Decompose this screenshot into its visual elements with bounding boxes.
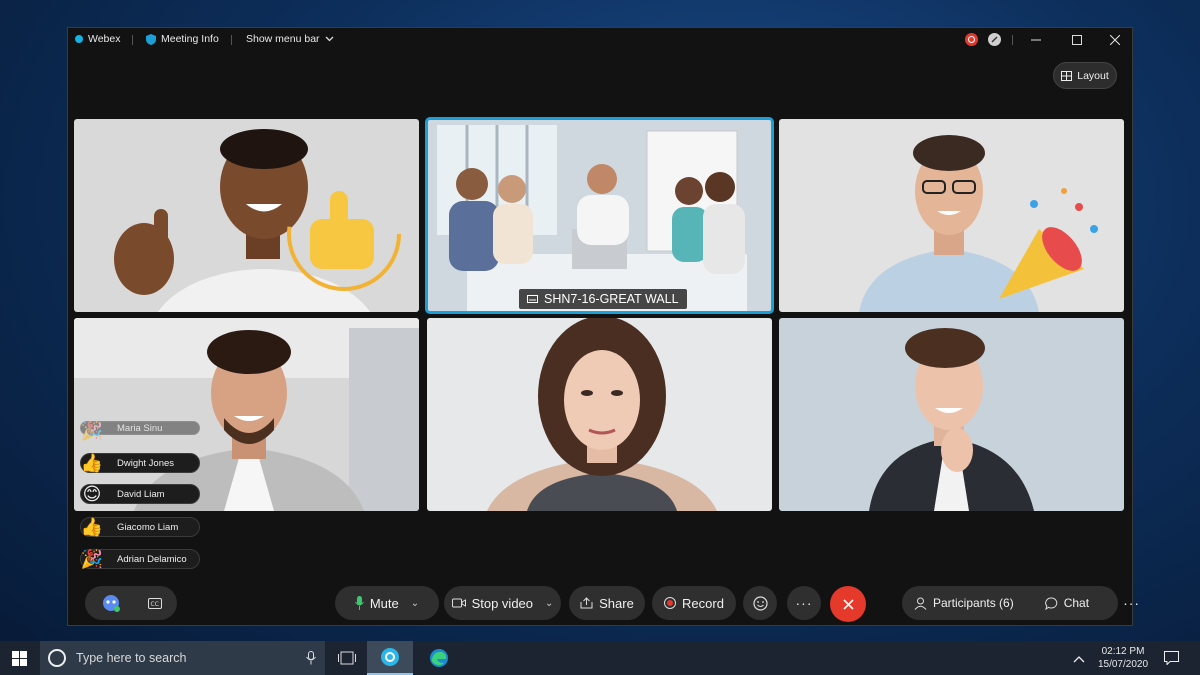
room-device-icon bbox=[527, 295, 538, 303]
maximize-icon bbox=[1072, 35, 1082, 45]
mute-button[interactable]: Mute ⌄ bbox=[335, 586, 439, 620]
grid-layout-icon bbox=[1061, 70, 1073, 81]
webex-app-icon bbox=[381, 648, 399, 666]
task-view-button[interactable] bbox=[338, 651, 356, 670]
participant-video bbox=[779, 318, 1124, 511]
layout-button[interactable]: Layout bbox=[1053, 62, 1117, 89]
reaction-item: 🎉 Adrian Delamico bbox=[80, 549, 200, 569]
more-options-button[interactable]: ··· bbox=[1113, 595, 1140, 611]
record-button[interactable]: Record bbox=[652, 586, 736, 620]
video-tile-3[interactable] bbox=[779, 119, 1124, 312]
shield-icon bbox=[146, 33, 156, 45]
participant-video bbox=[427, 318, 772, 511]
record-icon bbox=[664, 597, 677, 609]
video-tile-5[interactable] bbox=[427, 318, 772, 511]
edge-taskbar-app[interactable] bbox=[428, 648, 450, 673]
task-view-icon bbox=[338, 651, 356, 665]
video-camera-icon bbox=[451, 598, 466, 608]
chevron-down-icon[interactable]: ⌄ bbox=[545, 598, 553, 609]
meeting-info-button[interactable]: Meeting Info bbox=[146, 33, 219, 45]
chat-icon bbox=[1044, 596, 1057, 610]
stop-video-button[interactable]: Stop video ⌄ bbox=[444, 586, 561, 620]
close-button[interactable] bbox=[1106, 32, 1124, 48]
participants-button[interactable]: Participants (6) bbox=[902, 596, 1014, 610]
closed-captions-button[interactable]: CC bbox=[148, 597, 162, 609]
start-button[interactable] bbox=[12, 651, 27, 671]
reaction-item: 🎉 Maria Sinu bbox=[80, 421, 200, 441]
participant-video bbox=[74, 119, 419, 312]
right-controls-group: Participants (6) Chat ··· bbox=[902, 586, 1139, 620]
app-title: Webex bbox=[75, 33, 121, 45]
webex-window: Webex Meeting Info Show menu bar Layout … bbox=[67, 27, 1139, 626]
maximize-button[interactable] bbox=[1068, 32, 1086, 48]
taskbar-search-input[interactable]: Type here to search bbox=[40, 641, 325, 675]
recording-indicator-icon[interactable] bbox=[965, 33, 978, 46]
chevron-down-icon[interactable]: ⌄ bbox=[411, 598, 419, 609]
reaction-item: 😊 David Liam bbox=[80, 484, 200, 504]
more-icon: ··· bbox=[795, 595, 813, 611]
smile-icon: 😊 bbox=[82, 483, 102, 504]
show-hidden-icons-button[interactable] bbox=[1073, 650, 1085, 668]
video-tile-2-room[interactable]: SHN7-16-GREAT WALL bbox=[425, 117, 774, 314]
minimize-icon bbox=[1031, 39, 1041, 41]
lock-icon[interactable] bbox=[988, 33, 1001, 46]
chevron-up-icon bbox=[1073, 656, 1085, 663]
reaction-item: 👍 Giacomo Liam bbox=[80, 517, 200, 537]
video-tile-4[interactable] bbox=[74, 318, 419, 511]
participant-video bbox=[779, 119, 1124, 312]
closed-captions-icon: CC bbox=[148, 597, 162, 609]
chevron-down-icon bbox=[325, 36, 334, 42]
more-options-button[interactable]: ··· bbox=[787, 586, 821, 620]
assistant-captions-group: CC bbox=[85, 586, 177, 620]
share-icon bbox=[580, 597, 593, 609]
title-bar: Webex Meeting Info Show menu bar bbox=[68, 28, 1132, 52]
cortana-icon bbox=[48, 649, 66, 667]
video-tile-6[interactable] bbox=[779, 318, 1124, 511]
close-icon bbox=[842, 598, 854, 610]
minimize-button[interactable] bbox=[1027, 32, 1045, 48]
svg-text:CC: CC bbox=[151, 601, 159, 608]
chat-button[interactable]: Chat bbox=[1036, 596, 1089, 610]
thumbs-up-icon: 👍 bbox=[80, 452, 104, 473]
microphone-icon bbox=[354, 596, 364, 610]
share-button[interactable]: Share bbox=[569, 586, 645, 620]
room-name-label: SHN7-16-GREAT WALL bbox=[519, 289, 687, 309]
notification-icon bbox=[1164, 651, 1179, 666]
video-tile-1[interactable] bbox=[74, 119, 419, 312]
microphone-icon[interactable] bbox=[306, 651, 316, 665]
person-icon bbox=[914, 597, 927, 610]
reaction-item: 👍 Dwight Jones bbox=[80, 453, 200, 473]
party-popper-icon: 🎉 bbox=[80, 420, 104, 441]
webex-taskbar-app[interactable] bbox=[367, 641, 413, 675]
edge-browser-icon bbox=[430, 649, 448, 667]
windows-taskbar: Type here to search 02:12 PM 15/07/2020 bbox=[0, 641, 1200, 675]
party-popper-icon: 🎉 bbox=[80, 548, 104, 569]
assistant-icon bbox=[103, 595, 120, 612]
emoji-icon bbox=[752, 595, 768, 611]
room-video bbox=[427, 119, 772, 312]
webex-assistant-button[interactable] bbox=[100, 593, 122, 613]
windows-icon bbox=[12, 651, 27, 666]
thumbs-up-icon: 👍 bbox=[80, 516, 104, 537]
notifications-button[interactable] bbox=[1164, 651, 1179, 670]
participant-video bbox=[74, 318, 419, 511]
close-icon bbox=[1110, 35, 1120, 45]
reactions-button[interactable] bbox=[743, 586, 777, 620]
end-meeting-button[interactable] bbox=[830, 586, 866, 622]
taskbar-clock[interactable]: 02:12 PM 15/07/2020 bbox=[1093, 646, 1153, 670]
show-menu-bar-button[interactable]: Show menu bar bbox=[246, 33, 334, 45]
webex-logo-icon bbox=[75, 35, 83, 43]
